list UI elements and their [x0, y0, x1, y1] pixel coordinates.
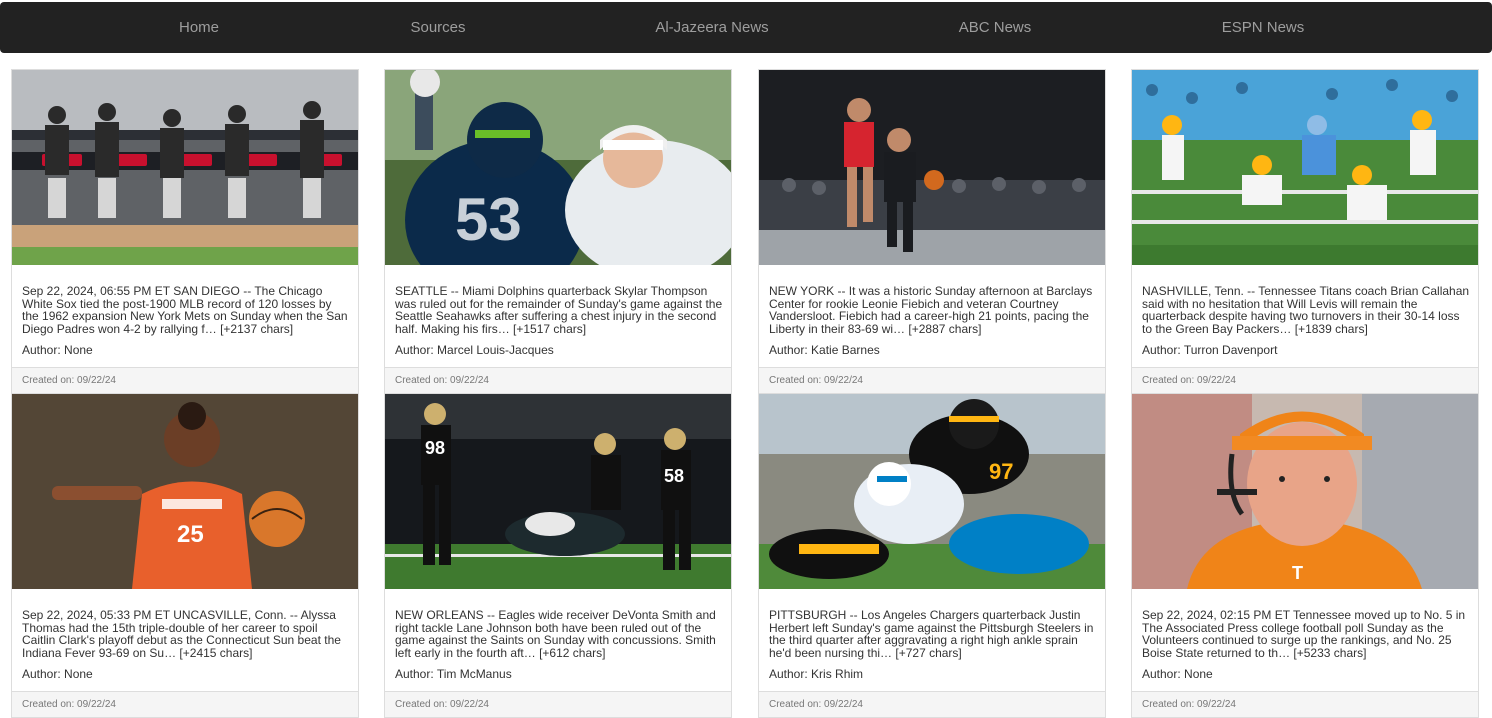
- created-date: 09/22/24: [1197, 699, 1236, 710]
- author-label: Author:: [22, 667, 65, 681]
- nav-abc-news-link[interactable]: ABC News: [959, 2, 1032, 53]
- card-footer: Created on: 09/22/24: [1132, 367, 1478, 393]
- author-value: Marcel Louis-Jacques: [437, 343, 554, 357]
- article-description: Sep 22, 2024, 06:55 PM ET SAN DIEGO -- T…: [22, 284, 348, 336]
- article-author: Author: Marcel Louis-Jacques: [395, 344, 723, 357]
- created-date: 09/22/24: [1197, 375, 1236, 386]
- created-date: 09/22/24: [824, 699, 863, 710]
- article-image[interactable]: 25: [12, 394, 358, 589]
- article-description: Sep 22, 2024, 02:15 PM ET Tennessee move…: [1142, 608, 1466, 660]
- created-label: Created on:: [1142, 699, 1198, 710]
- card-footer: Created on: 09/22/24: [12, 367, 358, 393]
- author-value: None: [64, 667, 93, 681]
- article-author: Author: None: [22, 344, 350, 357]
- author-value: Kris Rhim: [811, 667, 864, 681]
- nav-home-link[interactable]: Home: [179, 2, 219, 53]
- nav-sources-link[interactable]: Sources: [410, 2, 465, 53]
- created-label: Created on:: [22, 699, 78, 710]
- author-label: Author:: [769, 343, 812, 357]
- article-image[interactable]: 97: [759, 394, 1105, 589]
- created-date: 09/22/24: [824, 375, 863, 386]
- nav-espn-news-link[interactable]: ESPN News: [1222, 2, 1305, 53]
- article-author: Author: Turron Davenport: [1142, 344, 1470, 357]
- created-label: Created on:: [22, 375, 78, 386]
- article-card[interactable]: 25 Sep 22, 2024, 05:33 PM ET UNCASVILLE,…: [11, 393, 359, 718]
- svg-text:58: 58: [664, 466, 684, 486]
- author-label: Author:: [1142, 343, 1184, 357]
- svg-text:T: T: [1292, 563, 1303, 583]
- top-navbar: Home Sources Al-Jazeera News ABC News ES…: [0, 2, 1492, 53]
- article-description: Sep 22, 2024, 05:33 PM ET UNCASVILLE, Co…: [22, 608, 341, 660]
- author-label: Author:: [22, 343, 65, 357]
- author-value: Tim McManus: [436, 667, 512, 681]
- article-description: SEATTLE -- Miami Dolphins quarterback Sk…: [395, 284, 723, 336]
- article-image[interactable]: 53: [385, 70, 731, 265]
- created-date: 09/22/24: [450, 699, 489, 710]
- author-label: Author:: [395, 667, 437, 681]
- article-description: NEW ORLEANS -- Eagles wide receiver DeVo…: [395, 608, 716, 660]
- article-author: Author: None: [22, 668, 350, 681]
- article-author: Author: Kris Rhim: [769, 668, 1097, 681]
- article-image[interactable]: T: [1132, 394, 1478, 589]
- created-label: Created on:: [1142, 375, 1198, 386]
- author-value: None: [1184, 667, 1213, 681]
- article-card[interactable]: Sep 22, 2024, 06:55 PM ET SAN DIEGO -- T…: [11, 69, 359, 394]
- article-card[interactable]: NASHVILLE, Tenn. -- Tennessee Titans coa…: [1131, 69, 1479, 394]
- article-description: PITTSBURGH -- Los Angeles Chargers quart…: [769, 608, 1094, 660]
- card-footer: Created on: 09/22/24: [12, 691, 358, 717]
- article-image[interactable]: 98 58: [385, 394, 731, 589]
- created-label: Created on:: [395, 699, 451, 710]
- svg-text:98: 98: [425, 438, 445, 458]
- author-value: Katie Barnes: [811, 343, 880, 357]
- article-card[interactable]: T Sep 22, 2024, 02:15 PM ET Tennessee mo…: [1131, 393, 1479, 718]
- author-label: Author:: [395, 343, 438, 357]
- svg-text:97: 97: [989, 459, 1013, 484]
- article-image[interactable]: [759, 70, 1105, 265]
- article-author: Author: None: [1142, 668, 1470, 681]
- article-image[interactable]: [12, 70, 358, 265]
- article-image[interactable]: [1132, 70, 1478, 265]
- created-date: 09/22/24: [77, 699, 116, 710]
- card-footer: Created on: 09/22/24: [1132, 691, 1478, 717]
- author-value: Turron Davenport: [1183, 343, 1278, 357]
- created-label: Created on:: [769, 699, 825, 710]
- article-card[interactable]: NEW YORK -- It was a historic Sunday aft…: [758, 69, 1106, 394]
- svg-text:53: 53: [455, 186, 522, 253]
- created-label: Created on:: [395, 375, 451, 386]
- article-author: Author: Tim McManus: [395, 668, 723, 681]
- card-footer: Created on: 09/22/24: [759, 367, 1105, 393]
- created-date: 09/22/24: [450, 375, 489, 386]
- card-footer: Created on: 09/22/24: [385, 367, 731, 393]
- card-footer: Created on: 09/22/24: [759, 691, 1105, 717]
- svg-text:25: 25: [177, 521, 204, 548]
- article-card[interactable]: 98 58 NEW ORLEANS -- Eagles wide receive…: [384, 393, 732, 718]
- card-footer: Created on: 09/22/24: [385, 691, 731, 717]
- created-label: Created on:: [769, 375, 825, 386]
- author-label: Author:: [1142, 667, 1185, 681]
- author-label: Author:: [769, 667, 812, 681]
- article-card[interactable]: 97 PITTSBURGH -- Los Angeles Chargers qu…: [758, 393, 1106, 718]
- article-description: NEW YORK -- It was a historic Sunday aft…: [769, 284, 1093, 336]
- created-date: 09/22/24: [77, 375, 116, 386]
- nav-al-jazeera-link[interactable]: Al-Jazeera News: [655, 2, 768, 53]
- article-author: Author: Katie Barnes: [769, 344, 1097, 357]
- author-value: None: [64, 343, 93, 357]
- article-card[interactable]: 53 SEATTLE -- Miami Dolphins quarterback…: [384, 69, 732, 394]
- article-description: NASHVILLE, Tenn. -- Tennessee Titans coa…: [1142, 284, 1470, 336]
